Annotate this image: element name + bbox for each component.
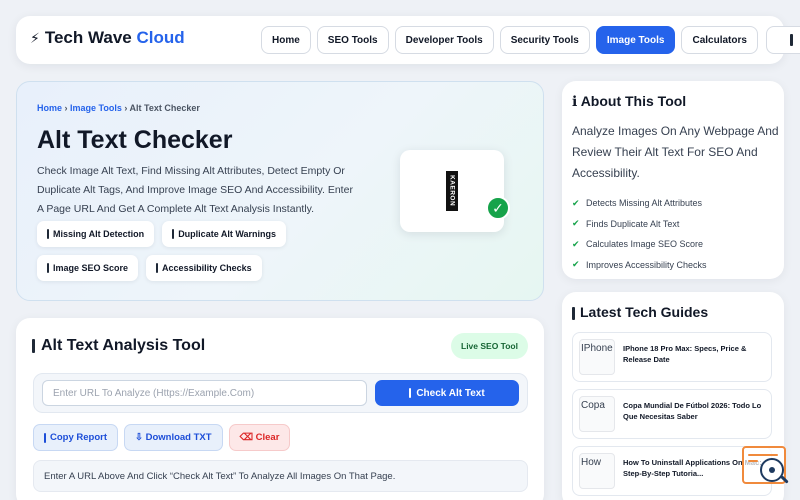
chip-icon [156, 263, 159, 273]
about-description: Analyze Images On Any Webpage And Review… [572, 124, 779, 180]
magnifier-dot [769, 467, 775, 473]
guide-thumbnail: How [579, 453, 615, 489]
page-description: Check Image Alt Text, Find Missing Alt A… [37, 165, 353, 215]
guides-icon [572, 306, 575, 320]
list-item-label: Finds Duplicate Alt Text [586, 218, 680, 229]
widget-line [748, 460, 758, 462]
guides-title-text: Latest Tech Guides [580, 304, 709, 320]
check-icon: ✔ [572, 197, 580, 208]
list-item: ✔ Detects Missing Alt Attributes [572, 193, 707, 214]
lightning-icon: ⚡ [30, 30, 40, 46]
nav-calculators[interactable]: Calculators [681, 26, 758, 54]
chip-accessibility: Accessibility Checks [146, 255, 262, 281]
hero-section: Home › Image Tools › Alt Text Checker Al… [16, 81, 544, 301]
page-title: Alt Text Checker [37, 126, 233, 154]
logo-text: Tech Wave [44, 28, 132, 47]
breadcrumb-current: Alt Text Checker [129, 103, 200, 113]
guide-title[interactable]: Copa Mundial De Fútbol 2026: Todo Lo Que… [623, 400, 763, 422]
search-icon [409, 388, 412, 398]
list-item: ✔ Calculates Image SEO Score [572, 234, 707, 255]
breadcrumb-image-tools[interactable]: Image Tools [70, 103, 122, 113]
breadcrumb-home[interactable]: Home [37, 103, 62, 113]
tool-title-text: Alt Text Analysis Tool [41, 337, 206, 354]
chip-icon [47, 263, 49, 273]
breadcrumb: Home › Image Tools › Alt Text Checker [37, 103, 200, 113]
menu-icon [790, 34, 794, 46]
chip-label: Duplicate Alt Warnings [178, 229, 277, 239]
hero-illustration: KAERON ✓ [400, 150, 510, 232]
logo-accent-text: Cloud [136, 28, 185, 47]
breadcrumb-separator: › [121, 103, 130, 113]
menu-button[interactable] [765, 26, 800, 54]
live-seo-badge: Live SEO Tool [451, 333, 528, 359]
nav-home[interactable]: Home [261, 26, 311, 54]
list-item-label: Detects Missing Alt Attributes [586, 198, 703, 209]
widget-line [748, 454, 778, 456]
check-icon: ✔ [572, 218, 580, 229]
chip-label: Accessibility Checks [162, 263, 252, 273]
checkmark-icon: ✓ [486, 196, 510, 220]
site-logo[interactable]: ⚡ Tech Wave Cloud [30, 28, 185, 48]
about-feature-list: ✔ Detects Missing Alt Attributes ✔ Finds D… [572, 193, 707, 275]
nav-image-tools[interactable]: Image Tools [595, 26, 676, 54]
clear-button[interactable]: ⌫ Clear [228, 424, 291, 451]
main-nav: Home SEO Tools Developer Tools Security … [261, 26, 800, 54]
url-input-row: Check Alt Text [33, 373, 528, 413]
list-item: ✔ Finds Duplicate Alt Text [572, 214, 707, 235]
check-button-label: Check Alt Text [416, 387, 485, 399]
action-buttons: Copy Report ⇩ Download TXT ⌫ Clear [33, 424, 291, 451]
guide-thumbnail: Copa [579, 396, 615, 432]
guide-thumbnail: IPhone [579, 339, 615, 375]
copy-report-button[interactable]: Copy Report [33, 424, 118, 451]
about-tool-card: ℹ About This Tool Analyze Images On Any … [562, 81, 784, 279]
copy-button-label: Copy Report [50, 432, 107, 443]
analysis-tool-panel: Alt Text Analysis Tool Live SEO Tool Che… [16, 318, 544, 500]
chip-missing-alt: Missing Alt Detection [37, 221, 155, 247]
url-input[interactable] [42, 380, 367, 406]
brand-logo-image: KAERON [446, 171, 458, 211]
copy-icon [44, 432, 46, 443]
guides-title: Latest Tech Guides [572, 304, 708, 320]
nav-security-tools[interactable]: Security Tools [499, 26, 590, 54]
feature-chips: Missing Alt Detection Duplicate Alt Warn… [37, 221, 337, 281]
nav-seo-tools[interactable]: SEO Tools [316, 26, 389, 54]
list-item-label: Calculates Image SEO Score [586, 239, 704, 250]
chip-image-seo: Image SEO Score [37, 255, 139, 281]
chip-icon [47, 229, 49, 239]
chip-label: Image SEO Score [53, 263, 129, 273]
floating-search-widget[interactable] [740, 444, 790, 488]
guide-item[interactable]: Copa Copa Mundial De Fútbol 2026: Todo L… [572, 389, 772, 439]
chip-icon [172, 229, 175, 239]
nav-developer-tools[interactable]: Developer Tools [394, 26, 494, 54]
check-icon: ✔ [572, 259, 580, 270]
list-item: ✔ Improves Accessibility Checks [572, 255, 707, 276]
about-title: ℹ About This Tool [572, 93, 687, 109]
guide-item[interactable]: IPhone IPhone 18 Pro Max: Specs, Price &… [572, 332, 772, 382]
result-hint: Enter A URL Above And Click “Check Alt T… [33, 460, 528, 492]
download-txt-button[interactable]: ⇩ Download TXT [124, 424, 223, 451]
chip-duplicate-alt: Duplicate Alt Warnings [162, 221, 287, 247]
breadcrumb-separator: › [62, 103, 71, 113]
tool-title: Alt Text Analysis Tool [32, 337, 205, 355]
check-icon: ✔ [572, 238, 580, 249]
site-header: ⚡ Tech Wave Cloud Home SEO Tools Develope… [16, 16, 800, 64]
chip-label: Missing Alt Detection [53, 229, 145, 239]
guide-title[interactable]: IPhone 18 Pro Max: Specs, Price & Releas… [623, 343, 763, 365]
check-alt-text-button[interactable]: Check Alt Text [375, 380, 519, 406]
list-item-label: Improves Accessibility Checks [586, 259, 707, 270]
tool-icon [32, 338, 35, 353]
